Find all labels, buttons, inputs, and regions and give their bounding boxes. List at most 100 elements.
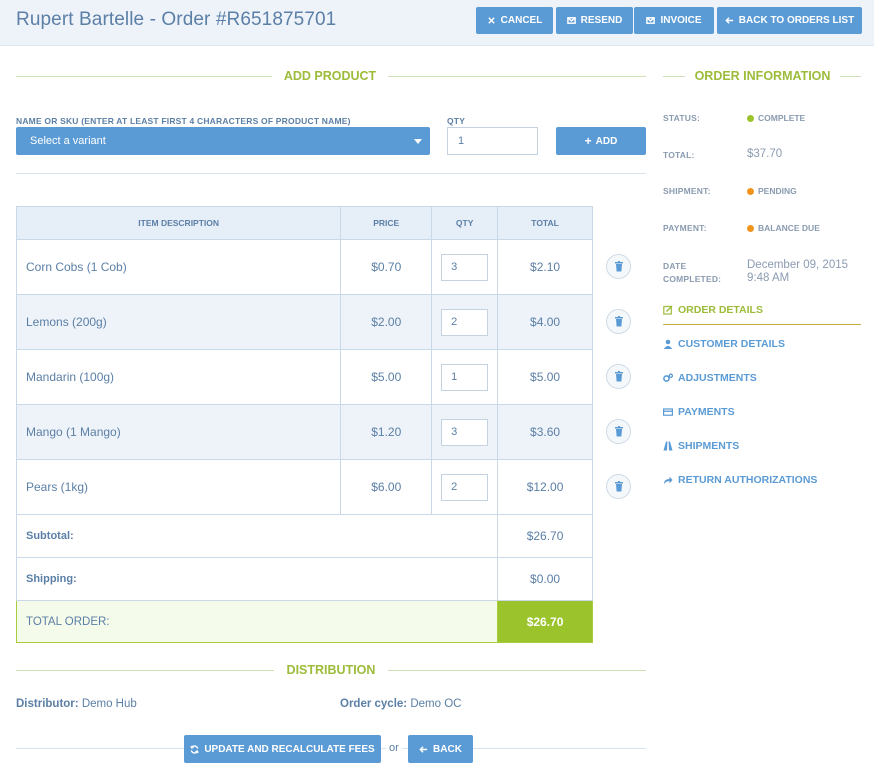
payment-label: PAYMENT: xyxy=(663,223,707,233)
nav-shipments[interactable]: SHIPMENTS xyxy=(663,440,861,452)
nav-payments[interactable]: PAYMENTS xyxy=(663,406,861,418)
close-icon xyxy=(487,17,495,24)
order-information-title: ORDER INFORMATION xyxy=(685,69,840,83)
divider xyxy=(16,173,646,174)
status-dot-icon xyxy=(747,114,754,122)
item-total: $5.00 xyxy=(497,349,593,405)
item-price: $5.00 xyxy=(340,349,433,405)
item-description: Lemons (200g) xyxy=(15,294,342,350)
back-label: BACK xyxy=(433,743,462,755)
item-qty-input[interactable]: 3 xyxy=(441,253,489,281)
nav-order-details-label: ORDER DETAILS xyxy=(678,304,763,316)
back-to-orders-button[interactable]: BACK TO ORDERS LIST xyxy=(717,7,862,34)
delete-item-button[interactable] xyxy=(606,309,631,334)
variant-select[interactable]: Select a variant xyxy=(16,127,430,155)
add-button[interactable]: + ADD xyxy=(556,127,646,155)
time-completed-value: 9:48 AM xyxy=(747,272,790,284)
arrow-left-icon xyxy=(419,745,428,753)
page-title: Rupert Bartelle - Order #R651875701 xyxy=(16,9,337,30)
resend-button[interactable]: RESEND xyxy=(556,7,633,34)
delete-item-button[interactable] xyxy=(606,419,631,444)
distribution-title: DISTRIBUTION xyxy=(274,663,388,677)
item-qty-input[interactable]: 3 xyxy=(441,418,489,446)
total-order-row: TOTAL ORDER: $26.70 xyxy=(15,600,593,643)
item-total: $12.00 xyxy=(497,459,593,515)
refresh-icon xyxy=(190,744,199,754)
item-description: Corn Cobs (1 Cob) xyxy=(15,239,342,295)
nav-customer-details[interactable]: CUSTOMER DETAILS xyxy=(663,338,861,350)
status-dot-icon xyxy=(747,224,754,232)
total-order-label: TOTAL ORDER: xyxy=(15,600,499,643)
shipping-label: Shipping: xyxy=(15,557,499,601)
back-to-orders-label: BACK TO ORDERS LIST xyxy=(738,15,855,26)
plus-icon: + xyxy=(584,134,592,148)
road-icon xyxy=(663,441,673,451)
total-order-value: $26.70 xyxy=(497,600,593,643)
nav-order-details[interactable]: ORDER DETAILS xyxy=(663,304,861,325)
subtotal-label: Subtotal: xyxy=(15,514,499,558)
item-qty-input[interactable]: 1 xyxy=(441,363,489,391)
item-qty-input[interactable]: 2 xyxy=(441,473,489,501)
nav-return-authorizations-label: RETURN AUTHORIZATIONS xyxy=(678,474,818,486)
update-recalculate-label: UPDATE AND RECALCULATE FEES xyxy=(204,743,375,755)
item-total: $3.60 xyxy=(497,404,593,460)
qty-input[interactable]: 1 xyxy=(447,127,538,155)
item-total: $2.10 xyxy=(497,239,593,295)
total-value: $37.70 xyxy=(747,148,783,160)
trash-icon xyxy=(614,481,623,492)
nav-payments-label: PAYMENTS xyxy=(678,406,735,418)
distributor-label: Distributor: xyxy=(16,698,79,710)
invoice-label: INVOICE xyxy=(660,15,702,26)
cancel-label: CANCEL xyxy=(500,15,543,26)
cogs-icon xyxy=(663,373,673,382)
item-qty-input[interactable]: 2 xyxy=(441,308,489,336)
status-dot-icon xyxy=(747,187,754,195)
column-header: ITEM DESCRIPTION xyxy=(15,206,342,240)
table-row: Mango (1 Mango) $1.20 3 $3.60 xyxy=(15,404,593,460)
arrow-left-icon xyxy=(725,17,733,24)
item-price: $1.20 xyxy=(340,404,433,460)
column-header: TOTAL xyxy=(497,206,593,240)
add-label: ADD xyxy=(595,135,618,147)
page-header: Rupert Bartelle - Order #R651875701 CANC… xyxy=(0,0,874,46)
shipment-value: PENDING xyxy=(758,186,797,196)
status-value: COMPLETE xyxy=(758,113,806,123)
delete-item-button[interactable] xyxy=(606,254,631,279)
order-cycle-value: Demo OC xyxy=(410,698,462,710)
payment-value: BALANCE DUE xyxy=(758,223,820,233)
resend-label: RESEND xyxy=(580,15,623,26)
column-header: PRICE xyxy=(340,206,433,240)
trash-icon xyxy=(614,316,623,327)
table-row: Lemons (200g) $2.00 2 $4.00 xyxy=(15,294,593,350)
column-header: QTY xyxy=(431,206,499,240)
delete-item-button[interactable] xyxy=(606,364,631,389)
chevron-down-icon xyxy=(414,139,422,144)
cancel-button[interactable]: CANCEL xyxy=(476,7,553,34)
item-description: Mango (1 Mango) xyxy=(15,404,342,460)
status-badge: COMPLETE xyxy=(747,113,805,123)
invoice-button[interactable]: INVOICE xyxy=(634,7,714,34)
update-recalculate-button[interactable]: UPDATE AND RECALCULATE FEES xyxy=(184,735,381,763)
date-completed-label-2: COMPLETED: xyxy=(663,274,722,284)
shipping-value: $0.00 xyxy=(497,557,593,601)
shipment-label: SHIPMENT: xyxy=(663,186,711,196)
or-text: or xyxy=(386,742,402,754)
subtotal-value: $26.70 xyxy=(497,514,593,558)
order-cycle-field: Order cycle: Demo OC xyxy=(340,698,461,710)
nav-return-authorizations[interactable]: RETURN AUTHORIZATIONS xyxy=(663,474,861,486)
item-price: $2.00 xyxy=(340,294,433,350)
date-completed-value: December 09, 2015 xyxy=(747,259,849,271)
delete-item-button[interactable] xyxy=(606,474,631,499)
nav-adjustments[interactable]: ADJUSTMENTS xyxy=(663,372,861,384)
distributor-field: Distributor: Demo Hub xyxy=(16,698,137,710)
subtotal-row: Subtotal: $26.70 xyxy=(15,514,593,558)
share-arrow-icon xyxy=(664,476,673,484)
user-icon xyxy=(663,339,673,349)
envelope-icon xyxy=(566,17,576,24)
item-description: Pears (1kg) xyxy=(15,459,342,515)
credit-card-icon xyxy=(663,408,673,416)
table-row: Pears (1kg) $6.00 2 $12.00 xyxy=(15,459,593,515)
distributor-value: Demo Hub xyxy=(81,698,137,710)
back-button[interactable]: BACK xyxy=(408,735,473,763)
shipment-badge: PENDING xyxy=(747,186,797,196)
